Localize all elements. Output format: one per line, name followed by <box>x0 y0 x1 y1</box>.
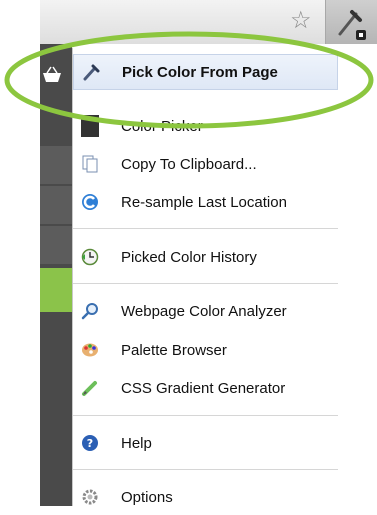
menu-item-help[interactable]: ? Help <box>73 425 338 461</box>
menu-item-label: Help <box>121 434 152 452</box>
refresh-icon <box>81 193 99 211</box>
magnifier-icon <box>81 302 99 320</box>
color-picker-extension-button[interactable] <box>325 0 377 44</box>
side-panel-tab[interactable] <box>40 186 72 224</box>
menu-item-options[interactable]: Options <box>73 479 338 515</box>
menu-item-label: Pick Color From Page <box>122 63 278 81</box>
star-icon[interactable]: ☆ <box>290 9 312 33</box>
menu-item-label: Copy To Clipboard... <box>121 155 257 173</box>
history-icon <box>81 248 99 266</box>
menu-item-label: Options <box>121 488 173 506</box>
basket-icon <box>43 66 61 82</box>
eyedropper-icon <box>82 63 100 81</box>
eyedropper-icon <box>338 10 366 40</box>
menu-separator <box>73 469 338 470</box>
side-panel-tab[interactable] <box>40 146 72 184</box>
menu-separator <box>73 228 338 229</box>
side-panel-tab-active[interactable] <box>40 268 72 312</box>
palette-icon <box>81 341 99 359</box>
menu-item-copy-clipboard[interactable]: Copy To Clipboard... <box>73 146 338 182</box>
menu-item-history[interactable]: Picked Color History <box>73 239 338 275</box>
menu-item-resample[interactable]: Re-sample Last Location <box>73 184 338 220</box>
clipboard-icon <box>81 155 99 173</box>
menu-item-label: CSS Gradient Generator <box>121 379 286 397</box>
menu-item-label: Picked Color History <box>121 248 257 266</box>
gear-icon <box>81 488 99 506</box>
help-icon: ? <box>81 434 99 452</box>
menu-item-label: Palette Browser <box>121 341 227 359</box>
pencil-icon <box>81 379 99 397</box>
svg-text:?: ? <box>87 437 93 450</box>
side-panel-tab[interactable] <box>40 226 72 264</box>
page-side-panel <box>40 44 72 506</box>
browser-toolbar: ☆ <box>40 0 377 44</box>
menu-item-label: Re-sample Last Location <box>121 193 287 211</box>
menu-item-label: Webpage Color Analyzer <box>121 302 287 320</box>
menu-item-color-picker[interactable]: Color Picker <box>73 108 338 144</box>
extension-dropdown-menu: Pick Color From Page Color Picker Copy T… <box>72 48 338 506</box>
menu-item-palette-browser[interactable]: Palette Browser <box>73 332 338 368</box>
menu-item-label: Color Picker <box>121 117 203 135</box>
menu-separator <box>73 283 338 284</box>
menu-item-color-analyzer[interactable]: Webpage Color Analyzer <box>73 293 338 329</box>
menu-item-gradient-generator[interactable]: CSS Gradient Generator <box>73 370 338 406</box>
menu-item-pick-color[interactable]: Pick Color From Page <box>73 54 338 90</box>
color-swatch-icon <box>81 115 99 137</box>
menu-separator <box>73 415 338 416</box>
